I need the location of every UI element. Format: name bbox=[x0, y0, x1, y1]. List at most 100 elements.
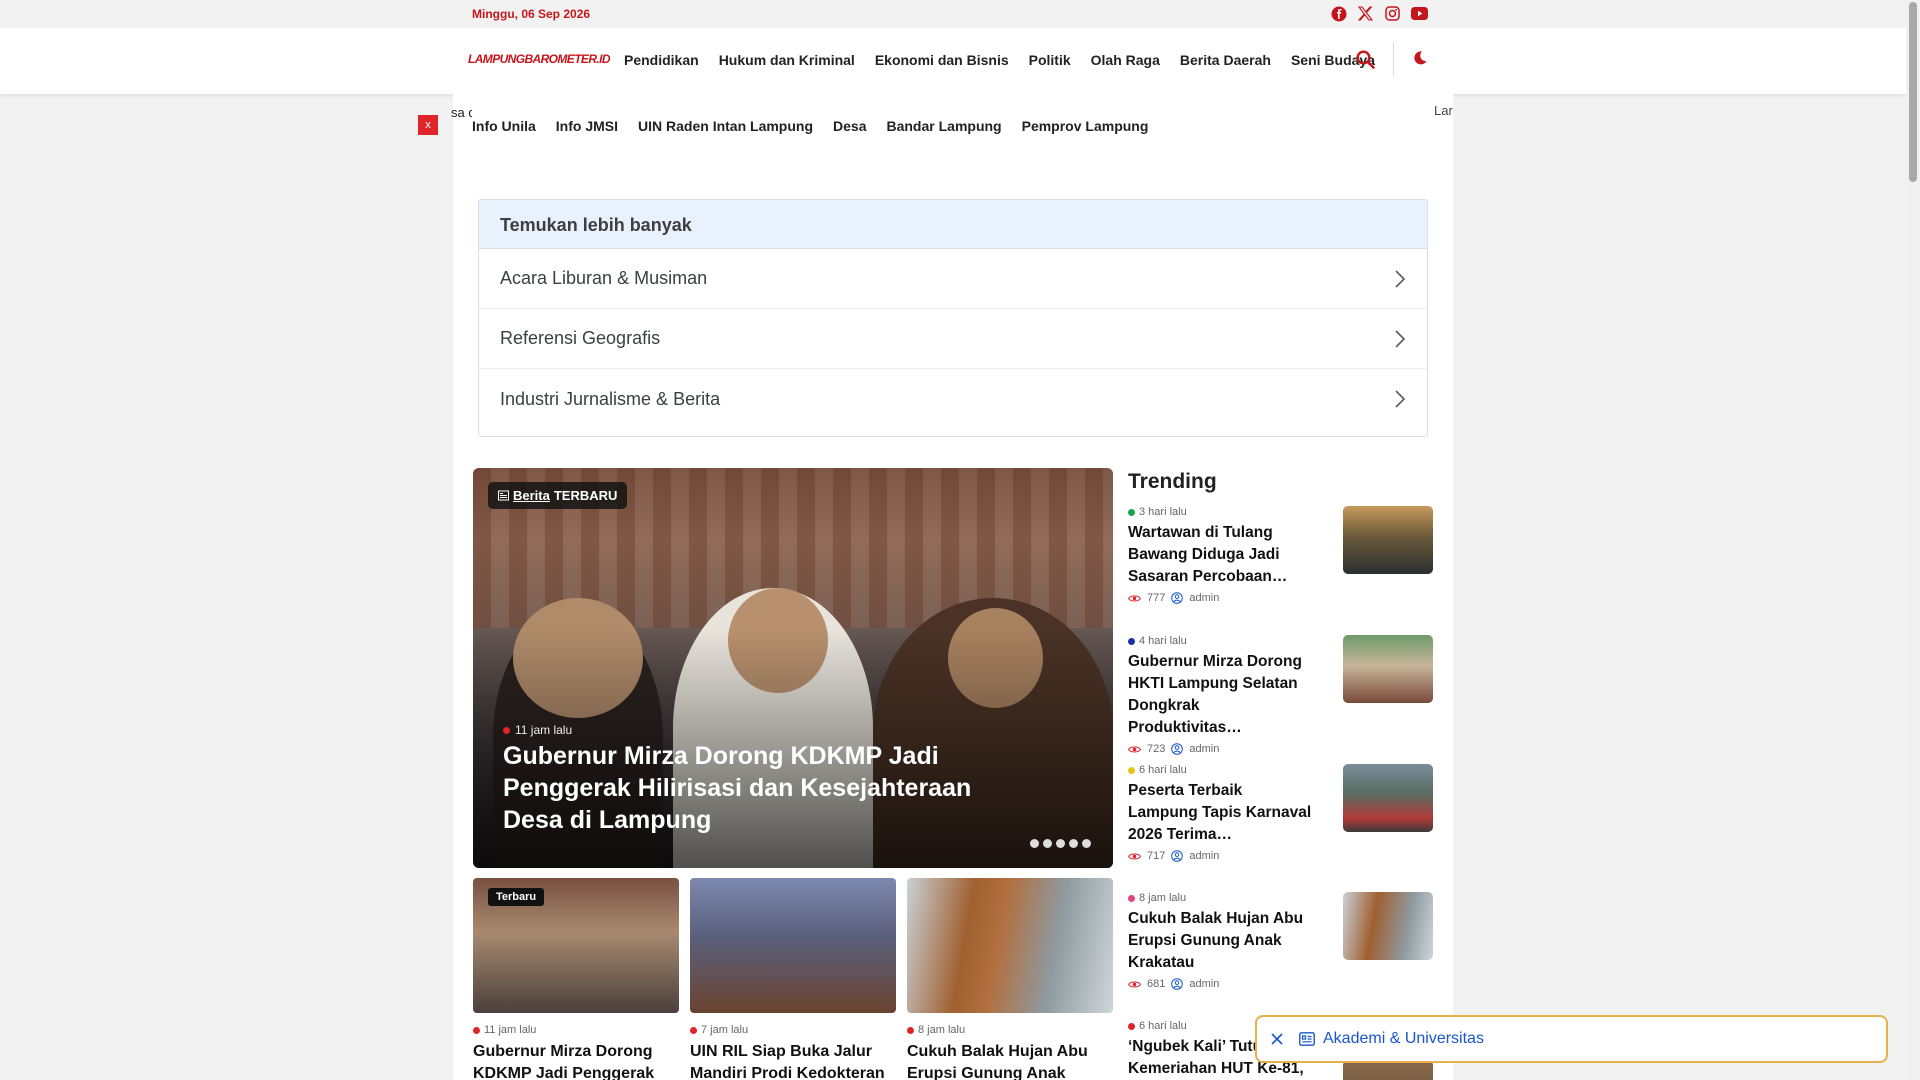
news-card-image[interactable]: Terbaru bbox=[473, 878, 679, 1013]
status-dot-icon bbox=[907, 1026, 914, 1034]
eye-icon bbox=[1128, 746, 1141, 752]
nav-item-hukum-kriminal[interactable]: Hukum dan Kriminal bbox=[719, 52, 855, 68]
news-card-time: 7 jam lalu bbox=[701, 1024, 749, 1036]
status-dot-icon bbox=[690, 1026, 697, 1034]
x-twitter-icon[interactable] bbox=[1357, 5, 1374, 22]
trending-thumbnail[interactable] bbox=[1343, 506, 1433, 574]
news-card-title[interactable]: UIN RIL Siap Buka Jalur Mandiri Prodi Ke… bbox=[690, 1041, 896, 1080]
trending-time: 8 jam lalu bbox=[1139, 892, 1187, 904]
user-icon bbox=[1171, 978, 1184, 990]
trending-time: 6 hari lalu bbox=[1139, 1020, 1187, 1032]
facebook-icon[interactable] bbox=[1330, 5, 1347, 22]
trending-title[interactable]: Peserta Terbaik Lampung Tapis Karnaval 2… bbox=[1128, 780, 1313, 846]
author-name[interactable]: admin bbox=[1189, 978, 1219, 990]
trending-stats: 777 admin bbox=[1128, 592, 1434, 604]
view-count: 723 bbox=[1147, 743, 1166, 755]
slider-dot[interactable] bbox=[1030, 839, 1039, 848]
secondary-nav: Info Unila Info JMSI UIN Raden Intan Lam… bbox=[472, 94, 1432, 150]
status-dot-icon bbox=[1128, 508, 1135, 516]
hero-badge-category[interactable]: Berita bbox=[513, 488, 550, 503]
subnav-item-uin-raden-intan[interactable]: UIN Raden Intan Lampung bbox=[638, 118, 813, 150]
news-card[interactable]: Terbaru 11 jam lalu Gubernur Mirza Doron… bbox=[473, 878, 679, 1080]
status-dot-icon bbox=[1128, 894, 1135, 902]
trending-item[interactable]: 6 hari lalu Peserta Terbaik Lampung Tapi… bbox=[1128, 764, 1434, 884]
status-dot-icon bbox=[503, 726, 510, 734]
trending-time: 4 hari lalu bbox=[1139, 635, 1187, 647]
subnav-item-info-unila[interactable]: Info Unila bbox=[472, 118, 536, 150]
subnav-item-info-jmsi[interactable]: Info JMSI bbox=[556, 118, 618, 150]
slider-dot[interactable] bbox=[1069, 839, 1078, 848]
newspaper-icon bbox=[498, 490, 509, 501]
top-date-bar: Minggu, 06 Sep 2026 bbox=[0, 0, 1906, 28]
scrollbar-thumb[interactable] bbox=[1909, 2, 1917, 182]
nav-item-politik[interactable]: Politik bbox=[1029, 52, 1071, 68]
trending-stats: 723 admin bbox=[1128, 743, 1434, 755]
dark-mode-icon[interactable] bbox=[1412, 50, 1428, 71]
slider-dot[interactable] bbox=[1043, 839, 1052, 848]
news-card-title[interactable]: Gubernur Mirza Dorong KDKMP Jadi Pengger… bbox=[473, 1041, 679, 1080]
view-count: 681 bbox=[1147, 978, 1166, 990]
discover-item[interactable]: Industri Jurnalisme & Berita bbox=[479, 369, 1427, 429]
trending-item[interactable]: 3 hari lalu Wartawan di Tulang Bawang Di… bbox=[1128, 506, 1434, 626]
chevron-right-icon bbox=[1395, 390, 1406, 408]
chevron-right-icon bbox=[1395, 269, 1406, 288]
hero-slider[interactable]: Berita TERBARU 11 jam lalu Gubernur Mirz… bbox=[473, 468, 1113, 868]
author-name[interactable]: admin bbox=[1189, 592, 1219, 604]
close-icon[interactable] bbox=[1271, 1033, 1283, 1045]
topic-suggestion-bar: Akademi & Universitas bbox=[1255, 1015, 1888, 1063]
topic-link[interactable]: Akademi & Universitas bbox=[1299, 1030, 1484, 1048]
news-card-image[interactable] bbox=[907, 878, 1113, 1013]
slider-dot[interactable] bbox=[1056, 839, 1065, 848]
trending-item[interactable]: 8 jam lalu Cukuh Balak Hujan Abu Erupsi … bbox=[1128, 892, 1434, 1012]
user-icon bbox=[1171, 743, 1184, 755]
subnav-item-bandar-lampung[interactable]: Bandar Lampung bbox=[886, 118, 1001, 150]
logo-text: LAMPUNGBAROMETER.ID bbox=[468, 52, 611, 66]
discover-item-label: Industri Jurnalisme & Berita bbox=[500, 388, 721, 409]
nav-item-olah-raga[interactable]: Olah Raga bbox=[1091, 52, 1160, 68]
nav-item-berita-daerah[interactable]: Berita Daerah bbox=[1180, 52, 1271, 68]
subnav-item-desa[interactable]: Desa bbox=[833, 118, 866, 150]
discover-item[interactable]: Acara Liburan & Musiman bbox=[479, 249, 1427, 309]
news-card-tag: Terbaru bbox=[488, 888, 545, 906]
nav-item-pendidikan[interactable]: Pendidikan bbox=[624, 52, 699, 68]
hero-time-text: 11 jam lalu bbox=[515, 723, 573, 737]
trending-thumbnail[interactable] bbox=[1343, 1060, 1433, 1080]
hero-badge-label: TERBARU bbox=[553, 488, 618, 503]
discover-item[interactable]: Referensi Geografis bbox=[479, 309, 1427, 369]
trending-thumbnail[interactable] bbox=[1343, 764, 1433, 832]
status-dot-icon bbox=[1128, 637, 1135, 645]
hero-category-badge[interactable]: Berita TERBARU bbox=[488, 482, 628, 509]
view-count: 717 bbox=[1147, 850, 1166, 862]
news-card-image[interactable] bbox=[690, 878, 896, 1013]
ticker-close-button[interactable]: x bbox=[418, 115, 438, 135]
news-card-title[interactable]: Cukuh Balak Hujan Abu Erupsi Gunung Anak bbox=[907, 1041, 1113, 1080]
page-scrollbar[interactable] bbox=[1906, 0, 1920, 1080]
trending-item[interactable]: 4 hari lalu Gubernur Mirza Dorong HKTI L… bbox=[1128, 635, 1434, 755]
nav-item-ekonomi-bisnis[interactable]: Ekonomi dan Bisnis bbox=[875, 52, 1009, 68]
news-card-time: 11 jam lalu bbox=[484, 1024, 537, 1036]
news-ticker-text-right[interactable]: Lar bbox=[1434, 103, 1453, 118]
hero-title[interactable]: Gubernur Mirza Dorong KDKMP Jadi Pengger… bbox=[503, 740, 1003, 836]
discover-heading: Temukan lebih banyak bbox=[479, 200, 1427, 249]
news-card[interactable]: 8 jam lalu Cukuh Balak Hujan Abu Erupsi … bbox=[907, 878, 1113, 1080]
author-name[interactable]: admin bbox=[1189, 850, 1219, 862]
instagram-icon[interactable] bbox=[1384, 5, 1401, 22]
main-nav: Pendidikan Hukum dan Kriminal Ekonomi da… bbox=[624, 52, 1375, 68]
slider-dot[interactable] bbox=[1082, 839, 1091, 848]
subnav-item-pemprov-lampung[interactable]: Pemprov Lampung bbox=[1022, 118, 1149, 150]
trending-heading: Trending bbox=[1128, 470, 1217, 493]
site-logo[interactable]: LAMPUNGBAROMETER.ID bbox=[468, 38, 611, 80]
search-icon[interactable] bbox=[1356, 50, 1375, 74]
author-name[interactable]: admin bbox=[1189, 743, 1219, 755]
trending-title[interactable]: Wartawan di Tulang Bawang Diduga Jadi Sa… bbox=[1128, 522, 1313, 588]
trending-thumbnail[interactable] bbox=[1343, 635, 1433, 703]
trending-title[interactable]: Cukuh Balak Hujan Abu Erupsi Gunung Anak… bbox=[1128, 908, 1313, 974]
youtube-icon[interactable] bbox=[1411, 5, 1428, 22]
trending-thumbnail[interactable] bbox=[1343, 892, 1433, 960]
discover-more-box: Temukan lebih banyak Acara Liburan & Mus… bbox=[478, 199, 1428, 437]
header-divider bbox=[1393, 42, 1394, 76]
news-card[interactable]: 7 jam lalu UIN RIL Siap Buka Jalur Mandi… bbox=[690, 878, 896, 1080]
status-dot-icon bbox=[1128, 1022, 1135, 1030]
chevron-right-icon bbox=[1395, 329, 1406, 348]
trending-title[interactable]: Gubernur Mirza Dorong HKTI Lampung Selat… bbox=[1128, 651, 1313, 739]
